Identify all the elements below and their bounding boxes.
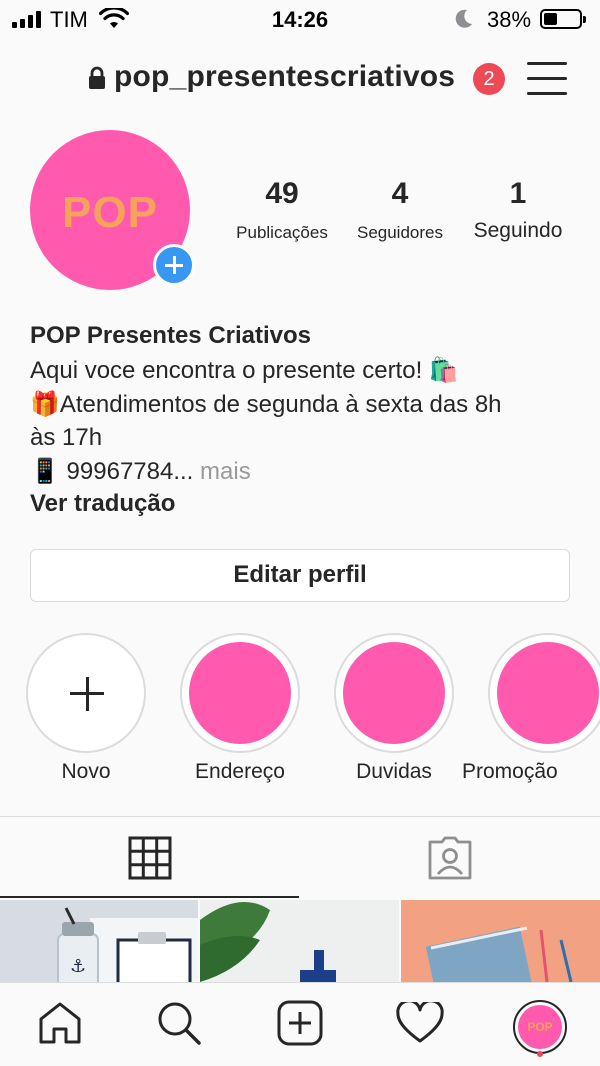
add-story-button[interactable] bbox=[153, 244, 195, 286]
tabs-divider bbox=[0, 816, 600, 817]
post-thumbnail-1[interactable]: ⚓ bbox=[0, 900, 198, 982]
following-label[interactable]: Seguindo bbox=[462, 219, 574, 243]
nav-activity-dot bbox=[537, 1051, 543, 1057]
svg-text:⚓: ⚓ bbox=[70, 956, 86, 977]
bio-line-4: 📱 99967784... mais bbox=[30, 457, 251, 486]
search-icon[interactable] bbox=[156, 1000, 202, 1046]
status-bar: TIM 14:26 38% bbox=[0, 0, 600, 40]
heart-icon[interactable] bbox=[396, 1002, 444, 1044]
home-icon[interactable] bbox=[37, 1001, 83, 1045]
highlight-label-new: Novo bbox=[61, 760, 111, 783]
new-highlight-button[interactable] bbox=[26, 633, 146, 753]
nav-avatar-text: POP bbox=[518, 1005, 562, 1049]
battery-percent: 38% bbox=[487, 7, 532, 32]
bio-line-1: Aqui voce encontra o presente certo! 🛍️ bbox=[30, 357, 459, 384]
highlight-endereco[interactable] bbox=[180, 633, 300, 753]
profile-name: POP Presentes Criativos bbox=[30, 322, 312, 349]
menu-icon[interactable] bbox=[527, 62, 567, 96]
post-thumbnail-2[interactable] bbox=[200, 900, 399, 982]
followers-label[interactable]: Seguidores bbox=[344, 223, 456, 243]
edit-profile-button[interactable]: Editar perfil bbox=[30, 549, 570, 602]
lock-icon bbox=[89, 66, 105, 89]
bio-line-2: 🎁Atendimentos de segunda à sexta das 8h bbox=[30, 391, 502, 418]
highlight-duvidas[interactable] bbox=[334, 633, 454, 753]
bio-more-link[interactable]: mais bbox=[200, 458, 251, 485]
add-post-icon[interactable] bbox=[277, 1000, 323, 1046]
posts-count[interactable]: 49 bbox=[232, 177, 332, 211]
tagged-icon[interactable] bbox=[427, 836, 473, 880]
notification-badge[interactable]: 2 bbox=[473, 63, 505, 95]
avatar-logo-text: POP bbox=[62, 188, 158, 237]
highlight-promocao[interactable] bbox=[488, 633, 600, 753]
bio-line-3: às 17h bbox=[30, 424, 103, 451]
following-count[interactable]: 1 bbox=[468, 177, 568, 211]
highlight-label-duvidas: Duvidas bbox=[356, 760, 432, 783]
moon-icon bbox=[455, 9, 472, 28]
highlight-label-promocao: Promoção bbox=[462, 760, 558, 783]
grid-icon[interactable] bbox=[128, 836, 172, 880]
battery-icon bbox=[540, 9, 586, 29]
followers-count[interactable]: 4 bbox=[350, 177, 450, 211]
active-tab-indicator bbox=[0, 896, 299, 898]
highlight-label-endereco: Endereço bbox=[195, 760, 285, 783]
translate-link[interactable]: Ver tradução bbox=[30, 490, 175, 518]
profile-nav-avatar[interactable]: POP bbox=[513, 1000, 567, 1054]
post-thumbnail-3[interactable] bbox=[401, 900, 600, 982]
profile-username[interactable]: pop_presentescriativos bbox=[114, 60, 455, 94]
posts-label[interactable]: Publicações bbox=[226, 223, 338, 243]
bio-phone: 📱 99967784... bbox=[30, 458, 194, 485]
